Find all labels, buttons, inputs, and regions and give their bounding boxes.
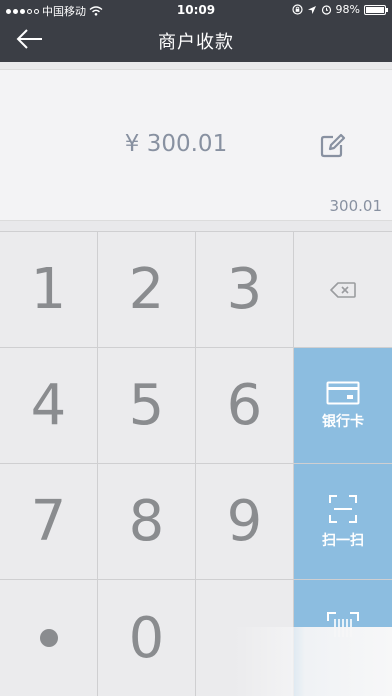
app-header: 中国移动 10:09 98% 商户收款 — [0, 0, 392, 62]
key-3-label: 3 — [226, 257, 263, 322]
key-5-label: 5 — [128, 373, 165, 438]
key-8-label: 8 — [128, 489, 165, 554]
decimal-point-icon — [39, 629, 58, 647]
key-empty — [196, 580, 293, 696]
key-7-label: 7 — [30, 489, 67, 554]
key-5[interactable]: 5 — [98, 348, 195, 463]
barcode-scan-icon — [327, 612, 359, 637]
key-0[interactable]: 0 — [98, 580, 195, 696]
key-6-label: 6 — [226, 373, 263, 438]
key-3[interactable]: 3 — [196, 232, 293, 347]
barcode-scan-button[interactable] — [294, 580, 392, 696]
key-6[interactable]: 6 — [196, 348, 293, 463]
amount-display: ¥ 300.01 — [124, 131, 228, 157]
key-2[interactable]: 2 — [98, 232, 195, 347]
backspace-key[interactable] — [294, 232, 392, 347]
alarm-icon — [321, 5, 331, 15]
scan-icon — [329, 494, 357, 523]
battery-icon — [364, 4, 388, 15]
amount-summary: 300.01 — [329, 197, 383, 215]
key-4[interactable]: 4 — [0, 348, 97, 463]
key-7[interactable]: 7 — [0, 464, 97, 579]
numeric-keypad: 1 2 3 4 5 6 银行卡 7 8 9 扫一扫 0 — [0, 231, 392, 696]
backspace-icon — [330, 281, 356, 298]
key-2-label: 2 — [128, 257, 165, 322]
page-title: 商户收款 — [158, 32, 234, 53]
status-right: 98% — [291, 3, 388, 16]
key-decimal[interactable] — [0, 580, 97, 696]
status-bar: 中国移动 10:09 98% — [0, 0, 392, 20]
bank-card-label: 银行卡 — [322, 413, 364, 430]
bank-card-icon — [326, 381, 360, 404]
bank-card-button[interactable]: 银行卡 — [294, 348, 392, 463]
key-8[interactable]: 8 — [98, 464, 195, 579]
location-icon — [307, 5, 316, 14]
edit-amount-button[interactable] — [316, 130, 348, 162]
key-1[interactable]: 1 — [0, 232, 97, 347]
edit-icon — [320, 133, 346, 158]
scan-button[interactable]: 扫一扫 — [294, 464, 392, 579]
battery-percent: 98% — [335, 3, 360, 16]
key-4-label: 4 — [30, 373, 67, 438]
amount-panel: ¥ 300.01 300.01 — [0, 69, 392, 221]
key-0-label: 0 — [128, 605, 165, 671]
key-9-label: 9 — [226, 489, 263, 554]
key-9[interactable]: 9 — [196, 464, 293, 579]
key-1-label: 1 — [30, 257, 67, 322]
battery-fill — [366, 6, 384, 13]
scan-label: 扫一扫 — [322, 532, 364, 549]
rotation-lock-icon — [291, 4, 303, 15]
